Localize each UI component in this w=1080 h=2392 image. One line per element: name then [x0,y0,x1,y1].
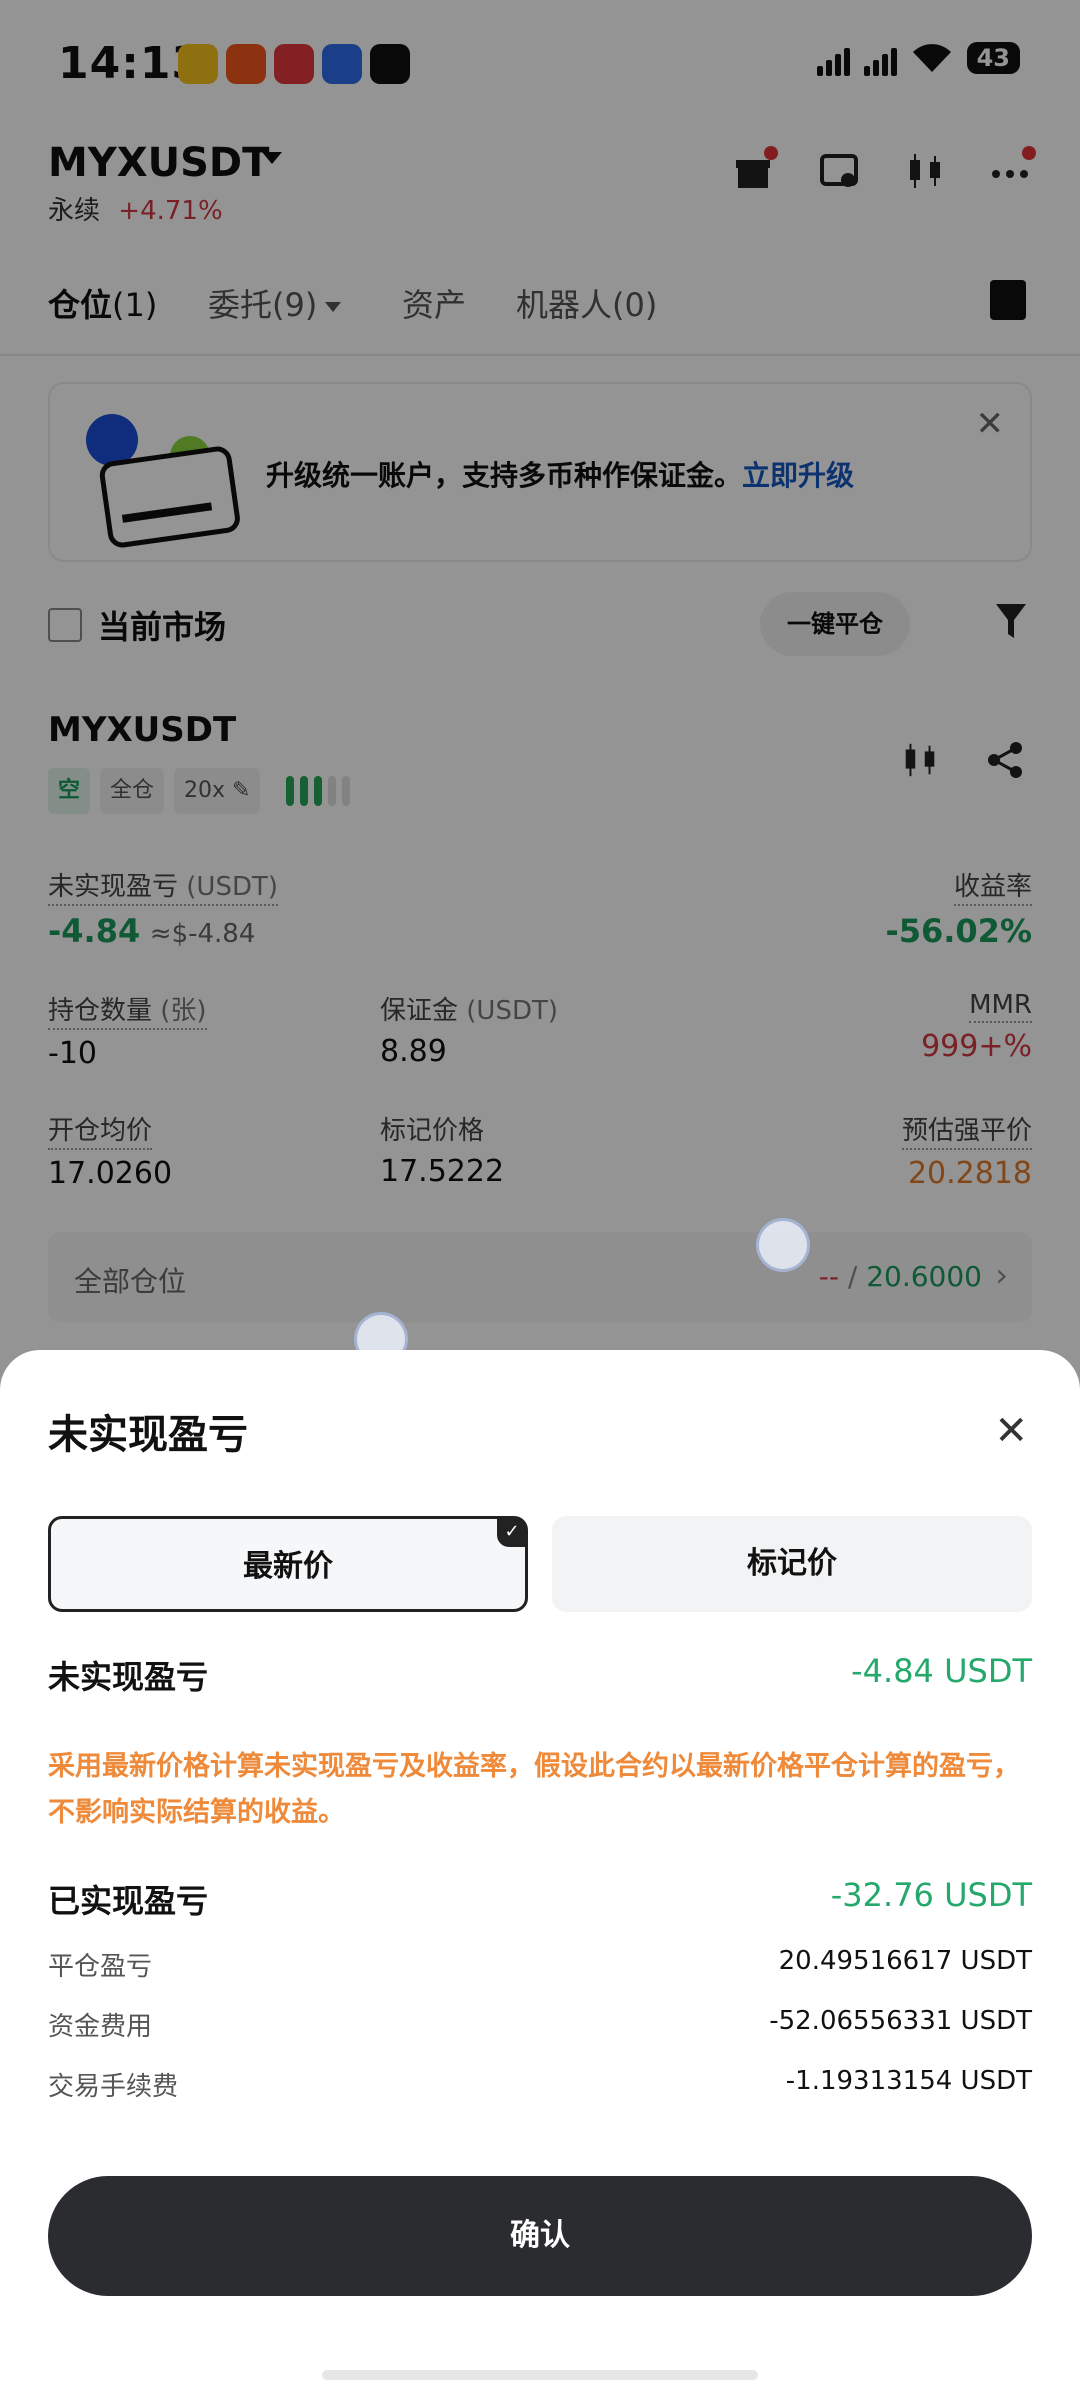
tab-latest-price[interactable]: 最新价 ✓ [48,1516,528,1612]
sheet-title: 未实现盈亏 [48,1412,248,1458]
realized-pnl-row: 已实现盈亏 -32.76 USDT [48,1876,1032,1920]
touch-indicator [756,1218,810,1272]
trading-fee-row: 交易手续费 -1.19313154 USDT [48,2066,1032,2102]
check-icon: ✓ [497,1517,527,1547]
confirm-button[interactable]: 确认 [48,2176,1032,2296]
unrealized-pnl-sheet: 未实现盈亏 ✕ 最新价 ✓ 标记价 未实现盈亏 -4.84 USDT 采用最新价… [0,1350,1080,2392]
funding-fee-row: 资金费用 -52.06556331 USDT [48,2006,1032,2042]
close-icon[interactable]: ✕ [994,1408,1028,1454]
close-pnl-row: 平仓盈亏 20.49516617 USDT [48,1946,1032,1982]
calculation-note: 采用最新价格计算未实现盈亏及收益率，假设此合约以最新价格平仓计算的盈亏，不影响实… [48,1751,1020,1828]
tab-mark-price[interactable]: 标记价 [552,1516,1032,1612]
home-indicator[interactable] [322,2370,758,2380]
unrealized-pnl-row: 未实现盈亏 -4.84 USDT [48,1652,1032,1696]
